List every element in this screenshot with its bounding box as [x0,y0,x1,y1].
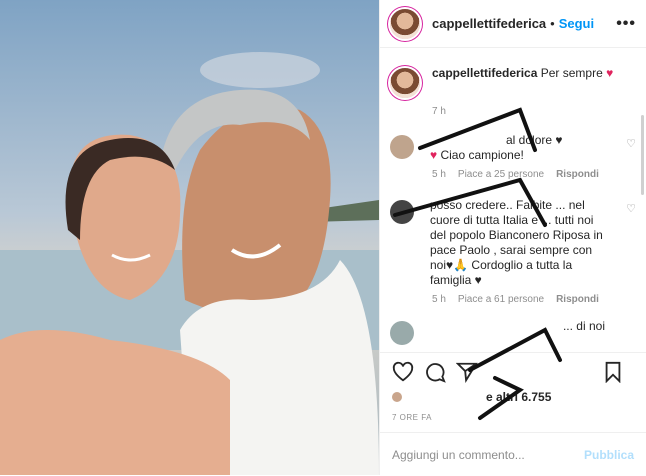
comment-text-part: al dolore [506,133,553,147]
comment-item: al dolore ♥ ♥ Ciao campione! ♡ [380,133,646,163]
reply-button[interactable]: Rispondi [556,169,599,180]
comment-meta: 5 h Piace a 61 persone Rispondi [432,294,646,305]
avatar[interactable] [390,8,420,39]
bookmark-icon[interactable] [602,361,624,383]
comment-avatar[interactable] [390,321,414,345]
caption-username[interactable]: cappellettifederica [432,66,537,80]
comment-text: ... di noi [430,319,605,345]
comment-item: posso credere.. Faibite ... nel cuore di… [380,198,646,288]
share-icon[interactable] [456,361,478,383]
caption-text: cappellettifederica Per sempre ♥ [432,65,613,98]
separator-dot: • [550,16,555,31]
black-heart-emoji: ♥ [555,133,563,147]
reply-button[interactable]: Rispondi [556,294,599,305]
likes-summary[interactable]: e altri 6.755 [392,390,551,404]
comments-list: cappellettifederica Per sempre ♥ 7 h al … [380,55,646,350]
publish-button[interactable]: Pubblica [584,448,634,462]
comment-likes[interactable]: Piace a 25 persone [458,169,544,180]
scrollbar[interactable] [641,115,644,195]
comment-avatar[interactable] [390,200,414,224]
post-side-panel: cappellettifederica • Segui ••• cappelle… [379,0,646,475]
caption-time: 7 h [432,106,446,117]
red-heart-emoji: ♥ [430,148,438,162]
comment-time: 5 h [432,169,446,180]
comment-icon[interactable] [424,361,446,383]
post-time-ago: 7 ORE FA [392,413,433,422]
follow-button[interactable]: Segui [559,16,594,31]
photo-illustration [0,0,379,475]
post-photo[interactable] [0,0,379,475]
comment-time: 5 h [432,294,446,305]
caption-avatar[interactable] [390,68,420,98]
caption: cappellettifederica Per sempre ♥ [380,55,646,98]
instagram-post: cappellettifederica • Segui ••• cappelle… [0,0,646,475]
action-bar [380,352,646,391]
comment-likes[interactable]: Piace a 61 persone [458,294,544,305]
header-username[interactable]: cappellettifederica [432,16,546,31]
red-heart-emoji: ♥ [606,66,614,80]
comment-input[interactable]: Aggiungi un commento... [392,448,525,462]
comment-text-part: ... di noi [562,319,605,333]
comment-text-part: Ciao campione! [440,148,524,162]
comment-item: ... di noi [380,319,646,345]
comment-text: al dolore ♥ ♥ Ciao campione! [430,133,605,163]
add-comment-bar: Aggiungi un commento... Pubblica [380,432,646,476]
comment-meta: 5 h Piace a 25 persone Rispondi [432,169,646,180]
comment-text: posso credere.. Faibite ... nel cuore di… [430,198,605,288]
like-comment-icon[interactable]: ♡ [626,137,636,163]
likes-count: e altri 6.755 [486,390,552,404]
more-options-icon[interactable]: ••• [616,15,636,33]
caption-body: Per sempre [540,66,603,80]
post-header: cappellettifederica • Segui ••• [380,0,646,48]
heart-icon[interactable] [392,361,414,383]
like-comment-icon[interactable]: ♡ [626,202,636,288]
liker-avatar [392,392,402,402]
comment-avatar[interactable] [390,135,414,159]
